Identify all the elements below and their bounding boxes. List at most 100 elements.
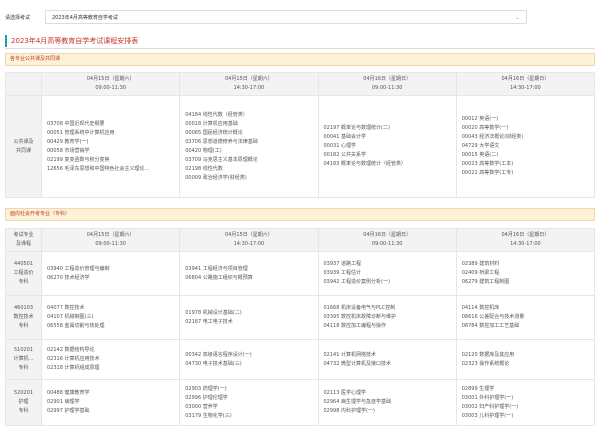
course-cell: 00342 高级语言程序设计(一) 04730 电子技术基础(三) bbox=[179, 339, 319, 380]
exam-selector: 请选择考试 2023年4月高等教育自学考试 ⌄ bbox=[5, 9, 527, 25]
course-cell: 02899 生理学 03001 外科护理学(一) 03002 妇产科护理学(一) 03… bbox=[455, 379, 596, 426]
course-item: 03706 思想道德修养与法律基础 bbox=[185, 138, 258, 145]
course-item: 04184 线性代数（经管类） bbox=[185, 111, 248, 118]
table-row: 440501 工程造价 专科 03940 工程造价管理与编制 06270 技术经济学 … bbox=[5, 251, 596, 296]
header-session: 04月16日（星期日） 14:30-17:00 bbox=[455, 72, 596, 96]
course-cell: 02113 医学心理学 02964 病生理学与急症学基础 02998 内科护理学(一… bbox=[317, 379, 457, 426]
course-cell: 04184 线性代数（经管类） 00018 计算机应用基础 00065 国民经济统计… bbox=[179, 95, 319, 198]
course-item: 00020 高等数学(一) bbox=[461, 125, 509, 131]
header-session: 04月15日（星期六） 14:30-17:00 bbox=[179, 228, 319, 252]
course-item: 00429 教育学(一) bbox=[47, 138, 89, 145]
course-item: 03179 生物化学(三) bbox=[185, 412, 232, 419]
header-session: 04月16日（星期日） 09:00-11:30 bbox=[317, 72, 457, 96]
major-label: 440501 工程造价 专科 bbox=[5, 251, 42, 296]
table-row: 520201 护理 专科 00488 健康教育学 02901 病理学 02997 护理学… bbox=[5, 379, 596, 426]
course-cell: 02142 数据结构导论 02316 计算机应用技术 02318 计算机组成原理 bbox=[40, 339, 181, 380]
course-item: 04107 机械制图(三) bbox=[47, 314, 94, 320]
course-item: 02996 护理伦理学 bbox=[185, 394, 228, 401]
exam-selector-label: 请选择考试 bbox=[5, 14, 31, 21]
course-item: 12656 毛泽东思想和中国特色社会主义理论... bbox=[47, 165, 150, 172]
course-item: 03709 马克思主义基本原理概论 bbox=[185, 156, 258, 163]
course-cell: 01978 机械设计基础(二) 02187 电工电子技术 bbox=[179, 295, 319, 340]
header-session: 04月16日（星期日） 14:30-17:00 bbox=[455, 228, 596, 252]
course-item: 06558 金属切削与热处理 bbox=[47, 323, 105, 329]
title-divider bbox=[5, 48, 595, 49]
course-item: 00420 物理(工) bbox=[185, 147, 222, 154]
exam-select-dropdown[interactable]: 2023年4月高等教育自学考试 ⌄ bbox=[45, 10, 527, 24]
course-item: 02903 药理学(一) bbox=[185, 385, 227, 392]
course-item: 04732 微型计算机及接口技术 bbox=[323, 360, 392, 367]
table-header-row: 04月15日（星期六） 09:00-11:30 04月15日（星期六） 14:30-… bbox=[5, 72, 596, 96]
course-item: 03001 外科护理学(一) bbox=[461, 394, 514, 401]
course-item: 02997 护理学基础 bbox=[47, 408, 90, 414]
course-cell: 04077 数控技术 04107 机械制图(三) 06558 金属切削与热处理 bbox=[40, 295, 181, 340]
course-item: 02198 线性代数 bbox=[185, 165, 223, 172]
course-item: 00012 英语(一) bbox=[461, 116, 499, 122]
course-item: 00018 计算机应用基础 bbox=[185, 120, 238, 127]
course-cell: 01668 机床设备电气与PLC控制 03395 数控机床故障诊断与维护 04118… bbox=[317, 295, 457, 340]
course-item: 02142 数据结构导论 bbox=[47, 347, 95, 353]
course-cell: 02141 计算机网络技术 04732 微型计算机及接口技术 bbox=[317, 339, 457, 380]
chevron-down-icon: ⌄ bbox=[514, 13, 520, 21]
header-corner bbox=[5, 72, 42, 96]
course-item: 00051 管理系统中计算机应用 bbox=[47, 129, 115, 136]
course-item: 02316 计算机应用技术 bbox=[47, 356, 100, 362]
page-title: 2023年4月高等教育自学考试课程安排表 bbox=[5, 35, 595, 47]
course-item: 00023 高等数学(工本) bbox=[461, 161, 514, 167]
course-item: 03708 中国近现代史纲要 bbox=[47, 120, 105, 127]
public-courses-table: 04月15日（星期六） 09:00-11:30 04月15日（星期六） 14:30-… bbox=[5, 72, 596, 198]
header-session: 04月15日（星期六） 09:00-11:30 bbox=[40, 72, 181, 96]
course-cell: 02389 建筑材料 02409 桥梁工程 06279 建筑工程制图 bbox=[455, 251, 596, 296]
major-label: 520201 护理 专科 bbox=[5, 379, 42, 426]
course-item: 02141 计算机网络技术 bbox=[323, 351, 377, 358]
course-item: 00009 政治经济学(财经类) bbox=[185, 174, 247, 181]
header-session: 04月15日（星期六） 09:00-11:30 bbox=[40, 228, 181, 252]
course-item: 00182 公共关系学 bbox=[323, 152, 367, 158]
course-item: 00058 市场营销学 bbox=[47, 147, 90, 154]
course-item: 04729 大学语文 bbox=[461, 143, 500, 149]
course-item: 00342 高级语言程序设计(一) bbox=[185, 351, 252, 358]
course-cell: 03708 中国近现代史纲要 00051 管理系统中计算机应用 00429 教育学(… bbox=[40, 95, 181, 198]
course-item: 08616 公差配合与技术测量 bbox=[461, 314, 525, 320]
course-item: 00488 健康教育学 bbox=[47, 390, 90, 396]
course-item: 02187 电工电子技术 bbox=[185, 318, 233, 325]
course-cell: 00488 健康教育学 02901 病理学 02997 护理学基础 bbox=[40, 379, 181, 426]
header-major-label: 考试专业 及课程 bbox=[5, 228, 42, 252]
table-header-row: 考试专业 及课程 04月15日（星期六） 09:00-11:30 04月15日（星期… bbox=[5, 228, 596, 252]
table-row: 公共课及 共同课 03708 中国近现代史纲要 00051 管理系统中计算机应用 00… bbox=[5, 95, 596, 198]
course-item: 06804 公路施工组织与概预算 bbox=[185, 274, 253, 281]
course-item: 02113 医学心理学 bbox=[323, 390, 367, 396]
course-item: 02323 操作系统概论 bbox=[461, 360, 510, 367]
course-cell: 02903 药理学(一) 02996 护理伦理学 03000 营养学 03179 生物… bbox=[179, 379, 319, 426]
course-item: 02389 建筑材料 bbox=[461, 261, 500, 267]
course-cell: 03940 工程造价管理与编制 06270 技术经济学 bbox=[40, 251, 181, 296]
course-item: 00031 心理学 bbox=[323, 143, 357, 149]
course-cell: 03937 道路工程 03939 工程估计 03942 工程造价案例分析(一) bbox=[317, 251, 457, 296]
table-row: 510201 计算机... 专科 02142 数据结构导论 02316 计算机应用技术… bbox=[5, 339, 596, 380]
course-item: 03941 工程经济与项目管理 bbox=[185, 265, 248, 272]
course-cell: 00012 英语(一) 00020 高等数学(一) 00043 经济法概论(财经类)… bbox=[455, 95, 596, 198]
course-item: 02409 桥梁工程 bbox=[461, 270, 500, 276]
course-item: 02899 生理学 bbox=[461, 385, 495, 392]
header-session: 04月15日（星期六） 14:30-17:00 bbox=[179, 72, 319, 96]
major-label: 510201 计算机... 专科 bbox=[5, 339, 42, 380]
course-item: 03942 工程造价案例分析(一) bbox=[323, 279, 390, 285]
course-item: 03939 工程估计 bbox=[323, 270, 362, 276]
course-item: 03002 妇产科护理学(一) bbox=[461, 403, 519, 410]
course-item: 03395 数控机床故障诊断与维护 bbox=[323, 314, 397, 320]
section-title-social-majors: 面向社会开考专业（专科） bbox=[5, 208, 595, 221]
course-item: 03000 营养学 bbox=[185, 403, 218, 410]
course-item: 03940 工程造价管理与编制 bbox=[47, 265, 110, 272]
course-item: 02998 内科护理学(一) bbox=[323, 408, 375, 414]
header-session: 04月16日（星期日） 09:00-11:30 bbox=[317, 228, 457, 252]
section-title-public-courses: 各专业公共课及共同课 bbox=[5, 53, 595, 66]
course-item: 04730 电子技术基础(三) bbox=[185, 360, 242, 367]
course-item: 02197 概率论与数理统计(二) bbox=[323, 125, 390, 131]
course-item: 01978 机械设计基础(二) bbox=[185, 309, 242, 316]
course-item: 04183 概率论与数理统计（经管类） bbox=[323, 161, 407, 167]
course-item: 00041 基础会计学 bbox=[323, 134, 367, 140]
course-item: 04077 数控技术 bbox=[47, 305, 85, 311]
course-item: 03003 儿科护理学(一) bbox=[461, 412, 514, 419]
exam-select-value: 2023年4月高等教育自学考试 bbox=[52, 14, 118, 21]
course-item: 06279 建筑工程制图 bbox=[461, 279, 510, 285]
